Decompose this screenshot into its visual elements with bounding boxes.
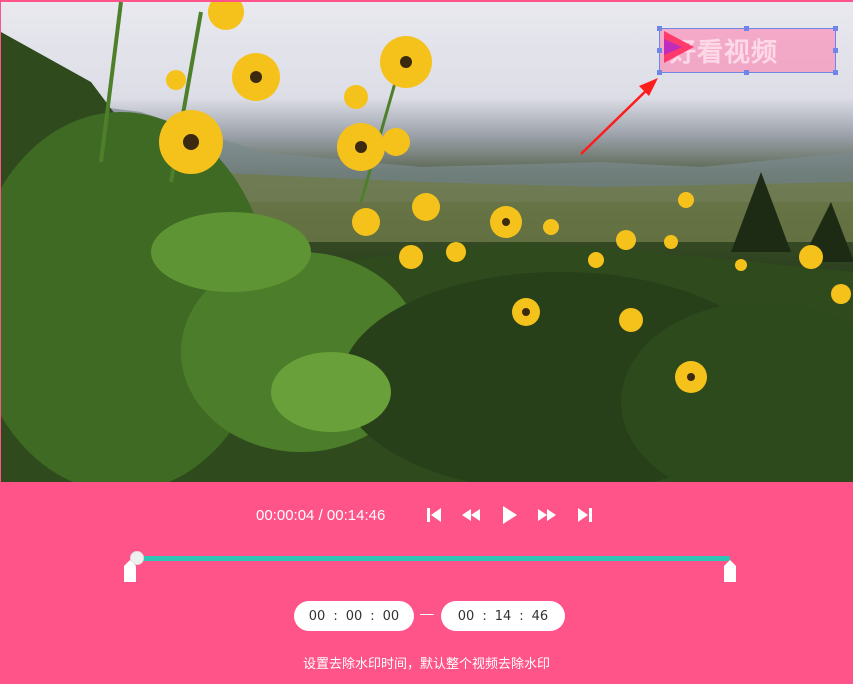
watermark-selection-box[interactable]: 好看视频 [657,26,838,75]
end-minutes[interactable]: 14 [495,609,512,624]
video-frame-scene [1,2,853,482]
range-start-handle[interactable] [124,560,136,582]
range-end-handle[interactable] [724,560,736,582]
timeline-range[interactable] [124,548,736,584]
play-triangle-logo-icon [664,31,694,63]
current-time: 00:00:04 [256,507,315,524]
play-icon[interactable] [498,504,520,526]
colon: : [519,608,524,624]
colon: : [482,608,487,624]
total-time: 00:14:46 [326,507,386,524]
player-controls: 00:00:04 / 00:14:46 00 : 00 : 00 00 : 14… [0,482,853,684]
timeline-track[interactable] [136,556,730,561]
range-dash [420,614,434,615]
end-time-field[interactable]: 00 : 14 : 46 [441,601,565,631]
hint-text: 设置去除水印时间，默认整个视频去除水印 [302,657,550,672]
start-minutes[interactable]: 00 [346,609,363,624]
time-separator: / [318,507,323,524]
end-seconds[interactable]: 46 [532,609,549,624]
skip-to-start-icon[interactable] [423,504,445,526]
end-hours[interactable]: 00 [458,609,475,624]
colon: : [333,608,338,624]
colon: : [370,608,375,624]
rewind-icon[interactable] [460,504,482,526]
skip-to-end-icon[interactable] [574,504,596,526]
start-time-field[interactable]: 00 : 00 : 00 [294,601,414,631]
fast-forward-icon[interactable] [536,504,558,526]
time-readout: 00:00:04 / 00:14:46 [256,507,385,524]
start-seconds[interactable]: 00 [383,609,400,624]
video-preview: 好看视频 [0,0,853,482]
start-hours[interactable]: 00 [309,609,326,624]
arrow-annotation [580,83,654,155]
